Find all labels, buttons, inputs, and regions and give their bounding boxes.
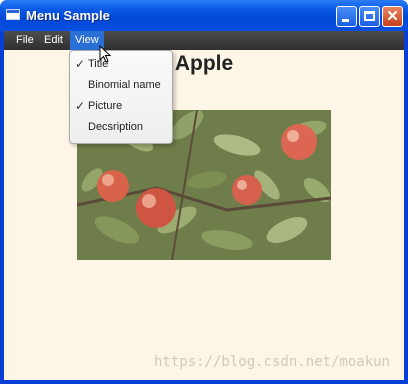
- view-menu-item-title[interactable]: ✓ Title: [70, 54, 172, 75]
- minimize-icon: [342, 19, 349, 22]
- page-title: Apple: [174, 52, 234, 75]
- view-menu-item-picture[interactable]: ✓ Picture: [70, 96, 172, 117]
- view-menu-item-description[interactable]: Decsription: [70, 117, 172, 138]
- maximize-button[interactable]: [359, 6, 380, 27]
- title-bar[interactable]: Menu Sample ✕: [0, 0, 408, 31]
- window-client-area: File Edit View Apple https://blog.csdn.n…: [4, 31, 404, 380]
- mouse-cursor-icon: [99, 45, 111, 63]
- view-menu-item-label: Picture: [88, 100, 123, 112]
- application-window: Menu Sample ✕ File Edit View Apple https…: [0, 0, 408, 384]
- menu-bar: File Edit View: [4, 31, 404, 50]
- view-menu-item-label: Binomial name: [88, 79, 161, 91]
- minimize-button[interactable]: [336, 6, 357, 27]
- maximize-icon: [364, 11, 375, 21]
- close-button[interactable]: ✕: [382, 6, 403, 27]
- menu-file[interactable]: File: [11, 31, 39, 50]
- menu-edit[interactable]: Edit: [39, 31, 68, 50]
- check-icon: ✓: [75, 99, 86, 113]
- view-menu-item-label: Decsription: [88, 121, 144, 133]
- app-window-icon: [6, 9, 20, 20]
- check-icon: ✓: [75, 57, 86, 71]
- close-icon: ✕: [386, 8, 399, 25]
- view-menu-item-binomial-name[interactable]: Binomial name: [70, 75, 172, 96]
- view-menu-dropdown: ✓ Title Binomial name ✓ Picture Decsript…: [69, 50, 173, 144]
- watermark-url: https://blog.csdn.net/moakun: [153, 354, 390, 370]
- window-title: Menu Sample: [26, 8, 110, 23]
